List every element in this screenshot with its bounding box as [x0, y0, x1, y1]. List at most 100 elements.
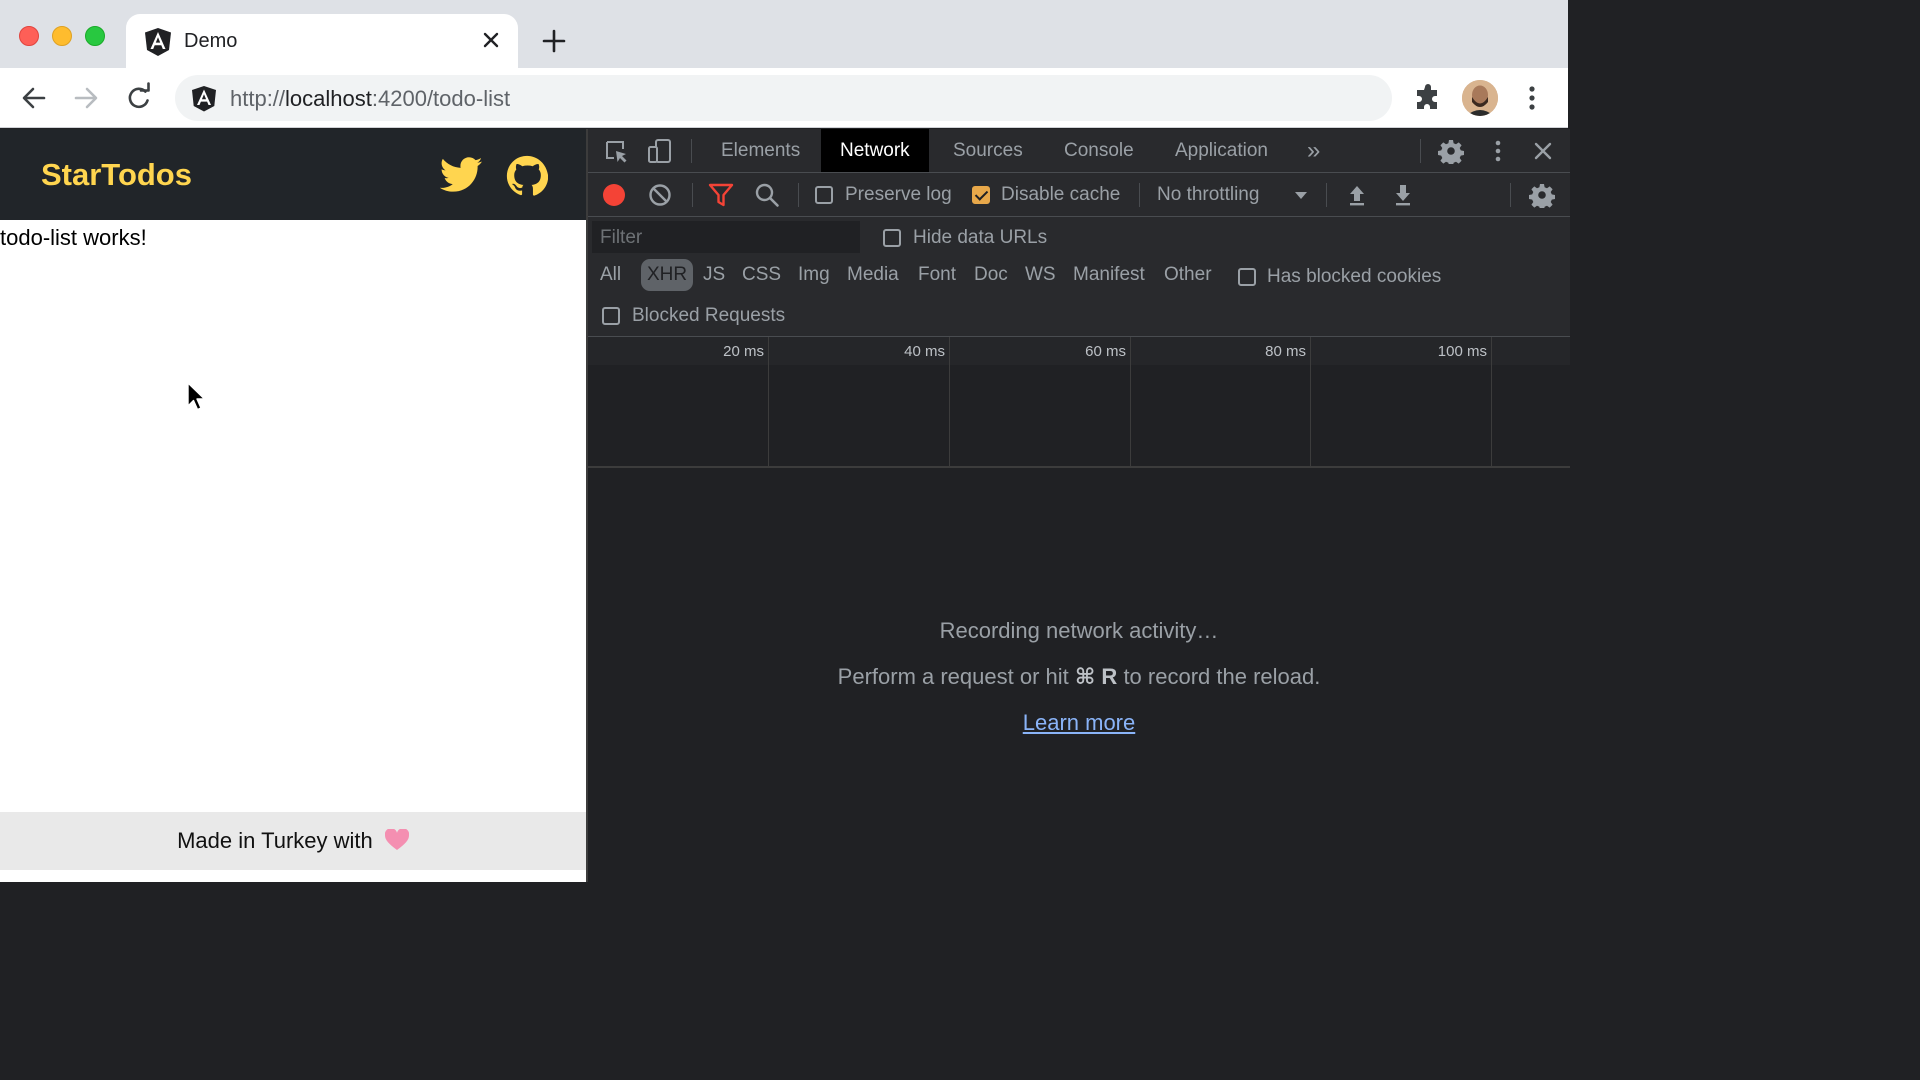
toolbar-separator	[1326, 183, 1327, 207]
heart-icon	[384, 829, 409, 850]
network-settings-gear-icon[interactable]	[1529, 182, 1555, 208]
browser-menu-kebab-icon[interactable]	[1520, 84, 1544, 112]
learn-more-link[interactable]: Learn more	[1023, 710, 1136, 735]
devtools-panel: Elements Network Sources Console Applica…	[586, 129, 1570, 882]
brand-logo-text[interactable]: StarTodos	[41, 157, 192, 193]
browser-tab-active[interactable]: Demo	[126, 14, 518, 70]
timeline-gridline	[768, 337, 769, 468]
mouse-pointer-icon	[187, 382, 206, 411]
profile-avatar[interactable]	[1462, 80, 1498, 116]
hide-data-urls-label[interactable]: Hide data URLs	[913, 227, 1047, 249]
blocked-requests-label[interactable]: Blocked Requests	[632, 305, 785, 327]
devtools-tab-sources[interactable]: Sources	[934, 129, 1042, 172]
browser-toolbar: http://localhost:4200/todo-list	[0, 68, 1568, 128]
filter-placeholder: Filter	[600, 227, 643, 248]
window-minimize-button[interactable]	[52, 26, 72, 46]
close-devtools-icon[interactable]	[1530, 138, 1556, 164]
footer-text: Made in Turkey with	[177, 828, 373, 853]
app-footer: Made in Turkey with	[0, 812, 586, 870]
back-arrow-icon[interactable]	[18, 82, 50, 114]
network-filter-bar: Filter Hide data URLs All XHR JS CSS Img…	[588, 217, 1570, 337]
filter-input[interactable]: Filter	[592, 221, 860, 253]
hint-text-before: Perform a request or hit	[837, 664, 1069, 689]
disable-cache-checkbox[interactable]	[972, 186, 990, 204]
toolbar-separator	[1139, 183, 1140, 207]
type-filter-media[interactable]: Media	[841, 259, 905, 291]
type-filter-other[interactable]: Other	[1158, 259, 1218, 291]
angular-favicon-icon	[145, 28, 171, 56]
footer-text-line: Made in Turkey with	[0, 828, 586, 854]
new-tab-icon[interactable]	[540, 27, 568, 55]
empty-state-title: Recording network activity…	[939, 618, 1219, 643]
timeline-tick-label: 60 ms	[1085, 343, 1126, 360]
timeline-tick-label: 100 ms	[1437, 343, 1487, 360]
type-filter-manifest[interactable]: Manifest	[1067, 259, 1151, 291]
twitter-icon[interactable]	[440, 156, 483, 194]
timeline-tick-label: 20 ms	[723, 343, 764, 360]
type-filter-all[interactable]: All	[594, 259, 627, 291]
more-tabs-chevron-icon[interactable]: »	[1288, 129, 1339, 172]
page-viewport: StarTodos todo-list works! Made in Turke…	[0, 129, 586, 882]
search-icon[interactable]	[754, 182, 780, 208]
disable-cache-label[interactable]: Disable cache	[1001, 184, 1120, 206]
hint-text-after: to record the reload.	[1123, 664, 1321, 689]
type-filter-xhr[interactable]: XHR	[641, 259, 694, 291]
tab-title: Demo	[184, 30, 238, 52]
window-maximize-button[interactable]	[85, 26, 105, 46]
toolbar-separator	[692, 183, 693, 207]
type-filter-css[interactable]: CSS	[736, 259, 787, 291]
settings-gear-icon[interactable]	[1438, 138, 1464, 164]
url-scheme: http://	[230, 86, 286, 111]
reload-shortcut-key: ⌘ R	[1074, 664, 1118, 689]
has-blocked-cookies-label[interactable]: Has blocked cookies	[1267, 266, 1441, 288]
timeline-gridline	[1491, 337, 1492, 468]
blocked-requests-checkbox[interactable]	[602, 307, 620, 325]
timeline-tick-label: 80 ms	[1265, 343, 1306, 360]
timeline-tick-label: 40 ms	[904, 343, 945, 360]
import-har-upload-icon[interactable]	[1344, 182, 1370, 208]
github-icon[interactable]	[506, 155, 548, 197]
url-text: http://localhost:4200/todo-list	[230, 86, 510, 112]
inspect-element-icon[interactable]	[603, 138, 629, 164]
clear-block-icon[interactable]	[647, 182, 673, 208]
todo-list-placeholder-text: todo-list works!	[0, 225, 147, 250]
devtools-tab-network[interactable]: Network	[821, 129, 929, 172]
hide-data-urls-checkbox[interactable]	[883, 229, 901, 247]
tab-separator	[1420, 139, 1421, 163]
network-toolbar: Preserve log Disable cache No throttling	[588, 173, 1570, 217]
dropdown-triangle-icon[interactable]	[1288, 182, 1314, 208]
preserve-log-label[interactable]: Preserve log	[845, 184, 952, 206]
type-filter-doc[interactable]: Doc	[968, 259, 1014, 291]
filter-funnel-icon[interactable]	[708, 182, 734, 208]
type-filter-ws[interactable]: WS	[1019, 259, 1062, 291]
devtools-tab-bar: Elements Network Sources Console Applica…	[588, 129, 1570, 173]
throttling-select[interactable]: No throttling	[1157, 184, 1259, 206]
record-icon[interactable]	[601, 182, 627, 208]
export-har-download-icon[interactable]	[1390, 182, 1416, 208]
devtools-menu-kebab-icon[interactable]	[1485, 138, 1511, 164]
type-filter-js[interactable]: JS	[697, 259, 731, 291]
site-info-angular-icon[interactable]	[191, 85, 217, 112]
devtools-tab-elements[interactable]: Elements	[702, 129, 819, 172]
address-bar[interactable]: http://localhost:4200/todo-list	[175, 75, 1392, 121]
type-filter-img[interactable]: Img	[792, 259, 836, 291]
network-overview-timeline[interactable]: 20 ms 40 ms 60 ms 80 ms 100 ms	[588, 337, 1570, 468]
devtools-tab-console[interactable]: Console	[1045, 129, 1153, 172]
preserve-log-checkbox[interactable]	[815, 186, 833, 204]
window-close-button[interactable]	[19, 26, 39, 46]
empty-state-hint: Perform a request or hit ⌘ R to record t…	[588, 664, 1570, 690]
close-tab-icon[interactable]	[478, 27, 504, 53]
reload-icon[interactable]	[123, 82, 155, 114]
learn-more-row: Learn more	[588, 710, 1570, 736]
device-toolbar-icon[interactable]	[647, 138, 673, 164]
devtools-tab-application[interactable]: Application	[1156, 129, 1287, 172]
type-filter-font[interactable]: Font	[912, 259, 962, 291]
forward-arrow-icon[interactable]	[70, 82, 102, 114]
url-host: localhost	[285, 86, 372, 111]
timeline-gridline	[949, 337, 950, 468]
extensions-puzzle-icon[interactable]	[1414, 84, 1442, 112]
has-blocked-cookies-checkbox[interactable]	[1238, 268, 1256, 286]
tab-separator	[691, 139, 692, 163]
url-path: :4200/todo-list	[371, 86, 511, 111]
timeline-gridline	[1310, 337, 1311, 468]
